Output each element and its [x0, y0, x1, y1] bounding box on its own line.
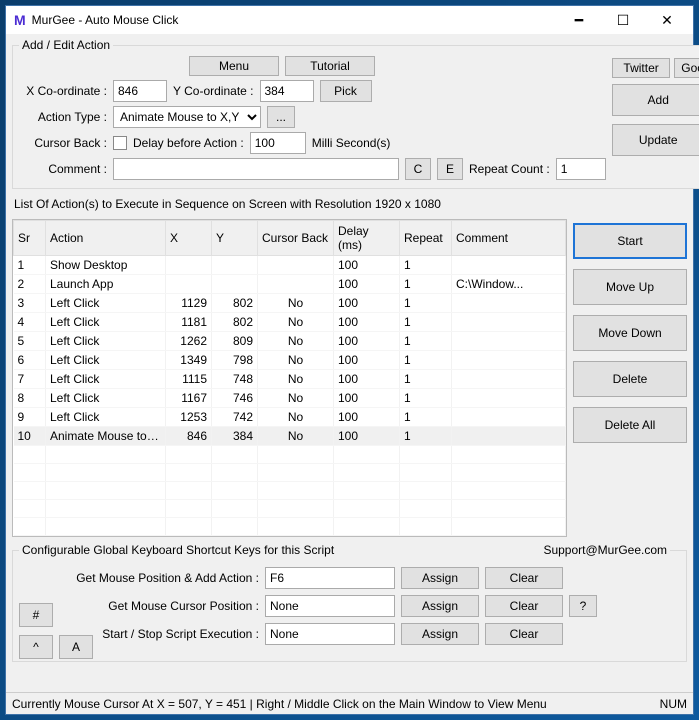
clear3-button[interactable]: Clear: [485, 623, 563, 645]
table-row[interactable]: 9Left Click1253742No1001: [14, 408, 566, 427]
main-window: M MurGee - Auto Mouse Click ━ ☐ ✕ Add / …: [5, 5, 694, 715]
menu-button[interactable]: Menu: [189, 56, 279, 76]
update-button[interactable]: Update: [612, 124, 699, 156]
edit-panel: Add / Edit Action Menu Tutorial X Co-ord…: [12, 38, 699, 189]
x-label: X Co-ordinate :: [19, 84, 107, 98]
actiontype-label: Action Type :: [19, 110, 107, 124]
delete-button[interactable]: Delete: [573, 361, 687, 397]
actions-table[interactable]: Sr Action X Y Cursor Back Delay (ms) Rep…: [12, 219, 567, 537]
shortcut-panel: Configurable Global Keyboard Shortcut Ke…: [12, 543, 687, 662]
pick-button[interactable]: Pick: [320, 80, 372, 102]
clear2-button[interactable]: Clear: [485, 595, 563, 617]
assign3-button[interactable]: Assign: [401, 623, 479, 645]
col-comment[interactable]: Comment: [452, 221, 566, 256]
shortcut-legend: Configurable Global Keyboard Shortcut Ke…: [22, 543, 334, 557]
moveup-button[interactable]: Move Up: [573, 269, 687, 305]
e-button[interactable]: E: [437, 158, 463, 180]
shortcut1-label: Get Mouse Position & Add Action :: [19, 571, 259, 585]
clear1-button[interactable]: Clear: [485, 567, 563, 589]
shortcut2-input[interactable]: [265, 595, 395, 617]
edit-legend: Add / Edit Action: [19, 38, 113, 52]
ms-label: Milli Second(s): [312, 136, 391, 150]
tutorial-button[interactable]: Tutorial: [285, 56, 375, 76]
maximize-button[interactable]: ☐: [601, 6, 645, 34]
delaybefore-label: Delay before Action :: [133, 136, 244, 150]
assign1-button[interactable]: Assign: [401, 567, 479, 589]
col-delay[interactable]: Delay (ms): [334, 221, 400, 256]
hash-button[interactable]: #: [19, 603, 53, 627]
close-button[interactable]: ✕: [645, 6, 689, 34]
titlebar: M MurGee - Auto Mouse Click ━ ☐ ✕: [6, 6, 693, 34]
table-row[interactable]: [14, 518, 566, 536]
status-text: Currently Mouse Cursor At X = 507, Y = 4…: [12, 697, 547, 711]
c-button[interactable]: C: [405, 158, 431, 180]
comment-label: Comment :: [19, 162, 107, 176]
table-row[interactable]: [14, 446, 566, 464]
window-title: MurGee - Auto Mouse Click: [32, 13, 179, 27]
twitter-button[interactable]: Twitter: [612, 58, 671, 78]
a-button[interactable]: A: [59, 635, 93, 659]
col-x[interactable]: X: [166, 221, 212, 256]
add-button[interactable]: Add: [612, 84, 699, 116]
col-y[interactable]: Y: [212, 221, 258, 256]
table-row[interactable]: 5Left Click1262809No1001: [14, 332, 566, 351]
help-button[interactable]: ?: [569, 595, 597, 617]
col-action[interactable]: Action: [46, 221, 166, 256]
table-row[interactable]: 7Left Click1115748No1001: [14, 370, 566, 389]
table-row[interactable]: 1Show Desktop1001: [14, 256, 566, 275]
comment-input[interactable]: [113, 158, 399, 180]
shortcut2-label: Get Mouse Cursor Position :: [19, 599, 259, 613]
table-row[interactable]: 2Launch App1001C:\Window...: [14, 275, 566, 294]
table-row[interactable]: 4Left Click1181802No1001: [14, 313, 566, 332]
y-label: Y Co-ordinate :: [173, 84, 254, 98]
table-row[interactable]: 10Animate Mouse to X,Y846384No1001: [14, 427, 566, 446]
y-input[interactable]: [260, 80, 314, 102]
col-sr[interactable]: Sr: [14, 221, 46, 256]
table-row[interactable]: 3Left Click1129802No1001: [14, 294, 566, 313]
statusbar: Currently Mouse Cursor At X = 507, Y = 4…: [6, 692, 693, 714]
table-row[interactable]: [14, 464, 566, 482]
table-row[interactable]: [14, 482, 566, 500]
assign2-button[interactable]: Assign: [401, 595, 479, 617]
deleteall-button[interactable]: Delete All: [573, 407, 687, 443]
table-row[interactable]: [14, 536, 566, 538]
shortcut1-input[interactable]: [265, 567, 395, 589]
repeat-input[interactable]: [556, 158, 606, 180]
shortcut3-input[interactable]: [265, 623, 395, 645]
minimize-button[interactable]: ━: [557, 6, 601, 34]
col-repeat[interactable]: Repeat: [400, 221, 452, 256]
cursorback-label: Cursor Back :: [19, 136, 107, 150]
app-logo: M: [14, 12, 26, 28]
repeat-label: Repeat Count :: [469, 162, 550, 176]
actiontype-select[interactable]: Animate Mouse to X,Y: [113, 106, 261, 128]
col-cursorback[interactable]: Cursor Back: [258, 221, 334, 256]
table-row[interactable]: 6Left Click1349798No1001: [14, 351, 566, 370]
caret-button[interactable]: ^: [19, 635, 53, 659]
start-button[interactable]: Start: [573, 223, 687, 259]
table-row[interactable]: 8Left Click1167746No1001: [14, 389, 566, 408]
movedown-button[interactable]: Move Down: [573, 315, 687, 351]
x-input[interactable]: [113, 80, 167, 102]
actiontype-more-button[interactable]: ...: [267, 106, 295, 128]
status-num: NUM: [660, 697, 687, 711]
googleplus-button[interactable]: Google +: [674, 58, 699, 78]
cursorback-checkbox[interactable]: [113, 136, 127, 150]
delay-input[interactable]: [250, 132, 306, 154]
support-link[interactable]: Support@MurGee.com: [543, 543, 667, 557]
actions-list-header: List Of Action(s) to Execute in Sequence…: [14, 197, 687, 211]
table-row[interactable]: [14, 500, 566, 518]
shortcut3-label: Start / Stop Script Execution :: [19, 627, 259, 641]
